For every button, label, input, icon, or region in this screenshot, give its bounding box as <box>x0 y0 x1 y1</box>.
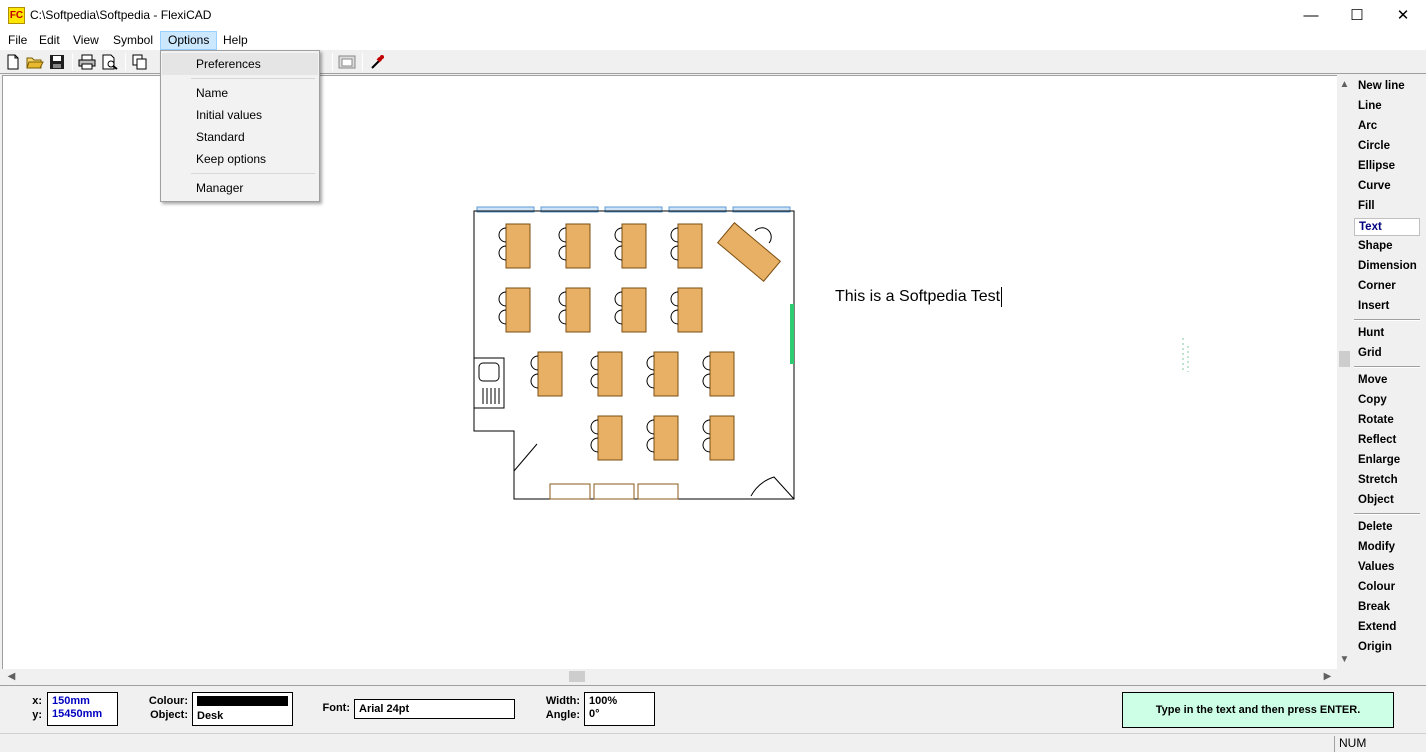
horizontal-scrollbar[interactable]: ◀ ▶ <box>2 669 1337 684</box>
maximize-button[interactable]: ☐ <box>1334 0 1380 31</box>
angle-label: Angle: <box>545 709 580 721</box>
menu-edit[interactable]: Edit <box>32 31 67 50</box>
scroll-right-icon[interactable]: ▶ <box>1320 669 1335 684</box>
sink-unit <box>473 357 505 409</box>
cmd-reflect[interactable]: Reflect <box>1354 431 1420 449</box>
cmd-delete[interactable]: Delete <box>1354 518 1420 536</box>
cmd-hunt[interactable]: Hunt <box>1354 324 1420 342</box>
cmd-shape[interactable]: Shape <box>1354 237 1420 255</box>
cmd-fill[interactable]: Fill <box>1354 197 1420 215</box>
width-value: 100% <box>589 695 618 707</box>
cmd-stretch[interactable]: Stretch <box>1354 471 1420 489</box>
horizontal-scroll-thumb[interactable] <box>569 671 585 682</box>
vertical-scrollbar[interactable]: ▲ ▼ <box>1337 75 1352 669</box>
vertical-scroll-thumb[interactable] <box>1339 351 1350 367</box>
command-panel: New line Line Arc Circle Ellipse Curve F… <box>1352 75 1426 685</box>
menu-item-preferences[interactable]: Preferences <box>162 53 318 75</box>
scroll-left-icon[interactable]: ◀ <box>4 669 19 684</box>
colour-object-box[interactable]: Desk <box>192 692 293 726</box>
cmd-copy[interactable]: Copy <box>1354 391 1420 409</box>
new-file-icon[interactable] <box>3 52 23 72</box>
cmd-insert[interactable]: Insert <box>1354 297 1420 315</box>
cmd-values[interactable]: Values <box>1354 558 1420 576</box>
cmd-move[interactable]: Move <box>1354 371 1420 389</box>
open-folder-icon[interactable] <box>25 52 45 72</box>
window-icon[interactable] <box>337 52 357 72</box>
menu-item-standard[interactable]: Standard <box>162 126 318 148</box>
cmd-curve[interactable]: Curve <box>1354 177 1420 195</box>
cmd-extend[interactable]: Extend <box>1354 618 1420 636</box>
object-label: Object: <box>150 709 188 721</box>
width-angle-box[interactable]: 100% 0° <box>584 692 655 726</box>
menu-item-keep-options[interactable]: Keep options <box>162 148 318 170</box>
print-preview-icon[interactable] <box>100 52 120 72</box>
cmd-break[interactable]: Break <box>1354 598 1420 616</box>
x-value: 150mm <box>52 695 90 707</box>
colour-swatch[interactable] <box>197 696 288 706</box>
scroll-down-icon[interactable]: ▼ <box>1337 652 1352 667</box>
canvas-text-object[interactable]: This is a Softpedia Test <box>835 287 1003 307</box>
cmd-arc[interactable]: Arc <box>1354 117 1420 135</box>
status-bar: NUM <box>0 733 1426 752</box>
menu-symbol[interactable]: Symbol <box>106 31 160 50</box>
app-icon: FC <box>8 7 25 24</box>
cmd-text[interactable]: Text <box>1354 218 1420 236</box>
menu-help[interactable]: Help <box>216 31 255 50</box>
menu-item-initial-values[interactable]: Initial values <box>162 104 318 126</box>
num-lock-indicator: NUM <box>1334 736 1376 752</box>
y-value: 15450mm <box>52 708 103 720</box>
menu-item-manager[interactable]: Manager <box>162 177 318 199</box>
cmd-modify[interactable]: Modify <box>1354 538 1420 556</box>
font-label: Font: <box>322 702 350 714</box>
coordinate-box: 150mm 15450mm <box>47 692 118 726</box>
info-bar: x: y: 150mm 15450mm Colour: Object: Desk… <box>0 685 1426 733</box>
cmd-corner[interactable]: Corner <box>1354 277 1420 295</box>
menu-item-name[interactable]: Name <box>162 82 318 104</box>
cmd-origin[interactable]: Origin <box>1354 638 1420 656</box>
menu-file[interactable]: File <box>1 31 34 50</box>
minimize-button[interactable]: — <box>1288 0 1334 31</box>
options-dropdown-menu: Preferences Name Initial values Standard… <box>160 50 320 202</box>
cmd-ellipse[interactable]: Ellipse <box>1354 157 1420 175</box>
object-value: Desk <box>197 710 224 722</box>
cmd-new-line[interactable]: New line <box>1354 77 1420 95</box>
angle-value: 0° <box>589 708 600 720</box>
copy-icon[interactable] <box>130 52 150 72</box>
menu-bar: File Edit View Symbol Options Help <box>0 31 1426 50</box>
title-bar: FC C:\Softpedia\Softpedia - FlexiCAD — ☐… <box>0 0 1426 31</box>
cmd-dimension[interactable]: Dimension <box>1354 257 1420 275</box>
flexicad-window: FC C:\Softpedia\Softpedia - FlexiCAD — ☐… <box>0 0 1426 752</box>
cmd-circle[interactable]: Circle <box>1354 137 1420 155</box>
prompt-message: Type in the text and then press ENTER. <box>1122 692 1394 728</box>
width-label: Width: <box>545 695 580 707</box>
colour-label: Colour: <box>148 695 188 707</box>
cmd-object[interactable]: Object <box>1354 491 1420 509</box>
scroll-up-icon[interactable]: ▲ <box>1337 77 1352 92</box>
cmd-grid[interactable]: Grid <box>1354 344 1420 362</box>
cmd-enlarge[interactable]: Enlarge <box>1354 451 1420 469</box>
close-button[interactable]: ✕ <box>1380 0 1426 31</box>
window-title: C:\Softpedia\Softpedia - FlexiCAD <box>30 8 212 22</box>
print-icon[interactable] <box>77 52 97 72</box>
menu-view[interactable]: View <box>66 31 106 50</box>
eyedropper-icon[interactable] <box>367 52 387 72</box>
cmd-colour[interactable]: Colour <box>1354 578 1420 596</box>
save-icon[interactable] <box>47 52 67 72</box>
font-field[interactable]: Arial 24pt <box>354 699 515 719</box>
y-label: y: <box>32 709 42 721</box>
menu-options[interactable]: Options <box>160 31 218 50</box>
cmd-line[interactable]: Line <box>1354 97 1420 115</box>
x-label: x: <box>32 695 42 707</box>
cmd-rotate[interactable]: Rotate <box>1354 411 1420 429</box>
